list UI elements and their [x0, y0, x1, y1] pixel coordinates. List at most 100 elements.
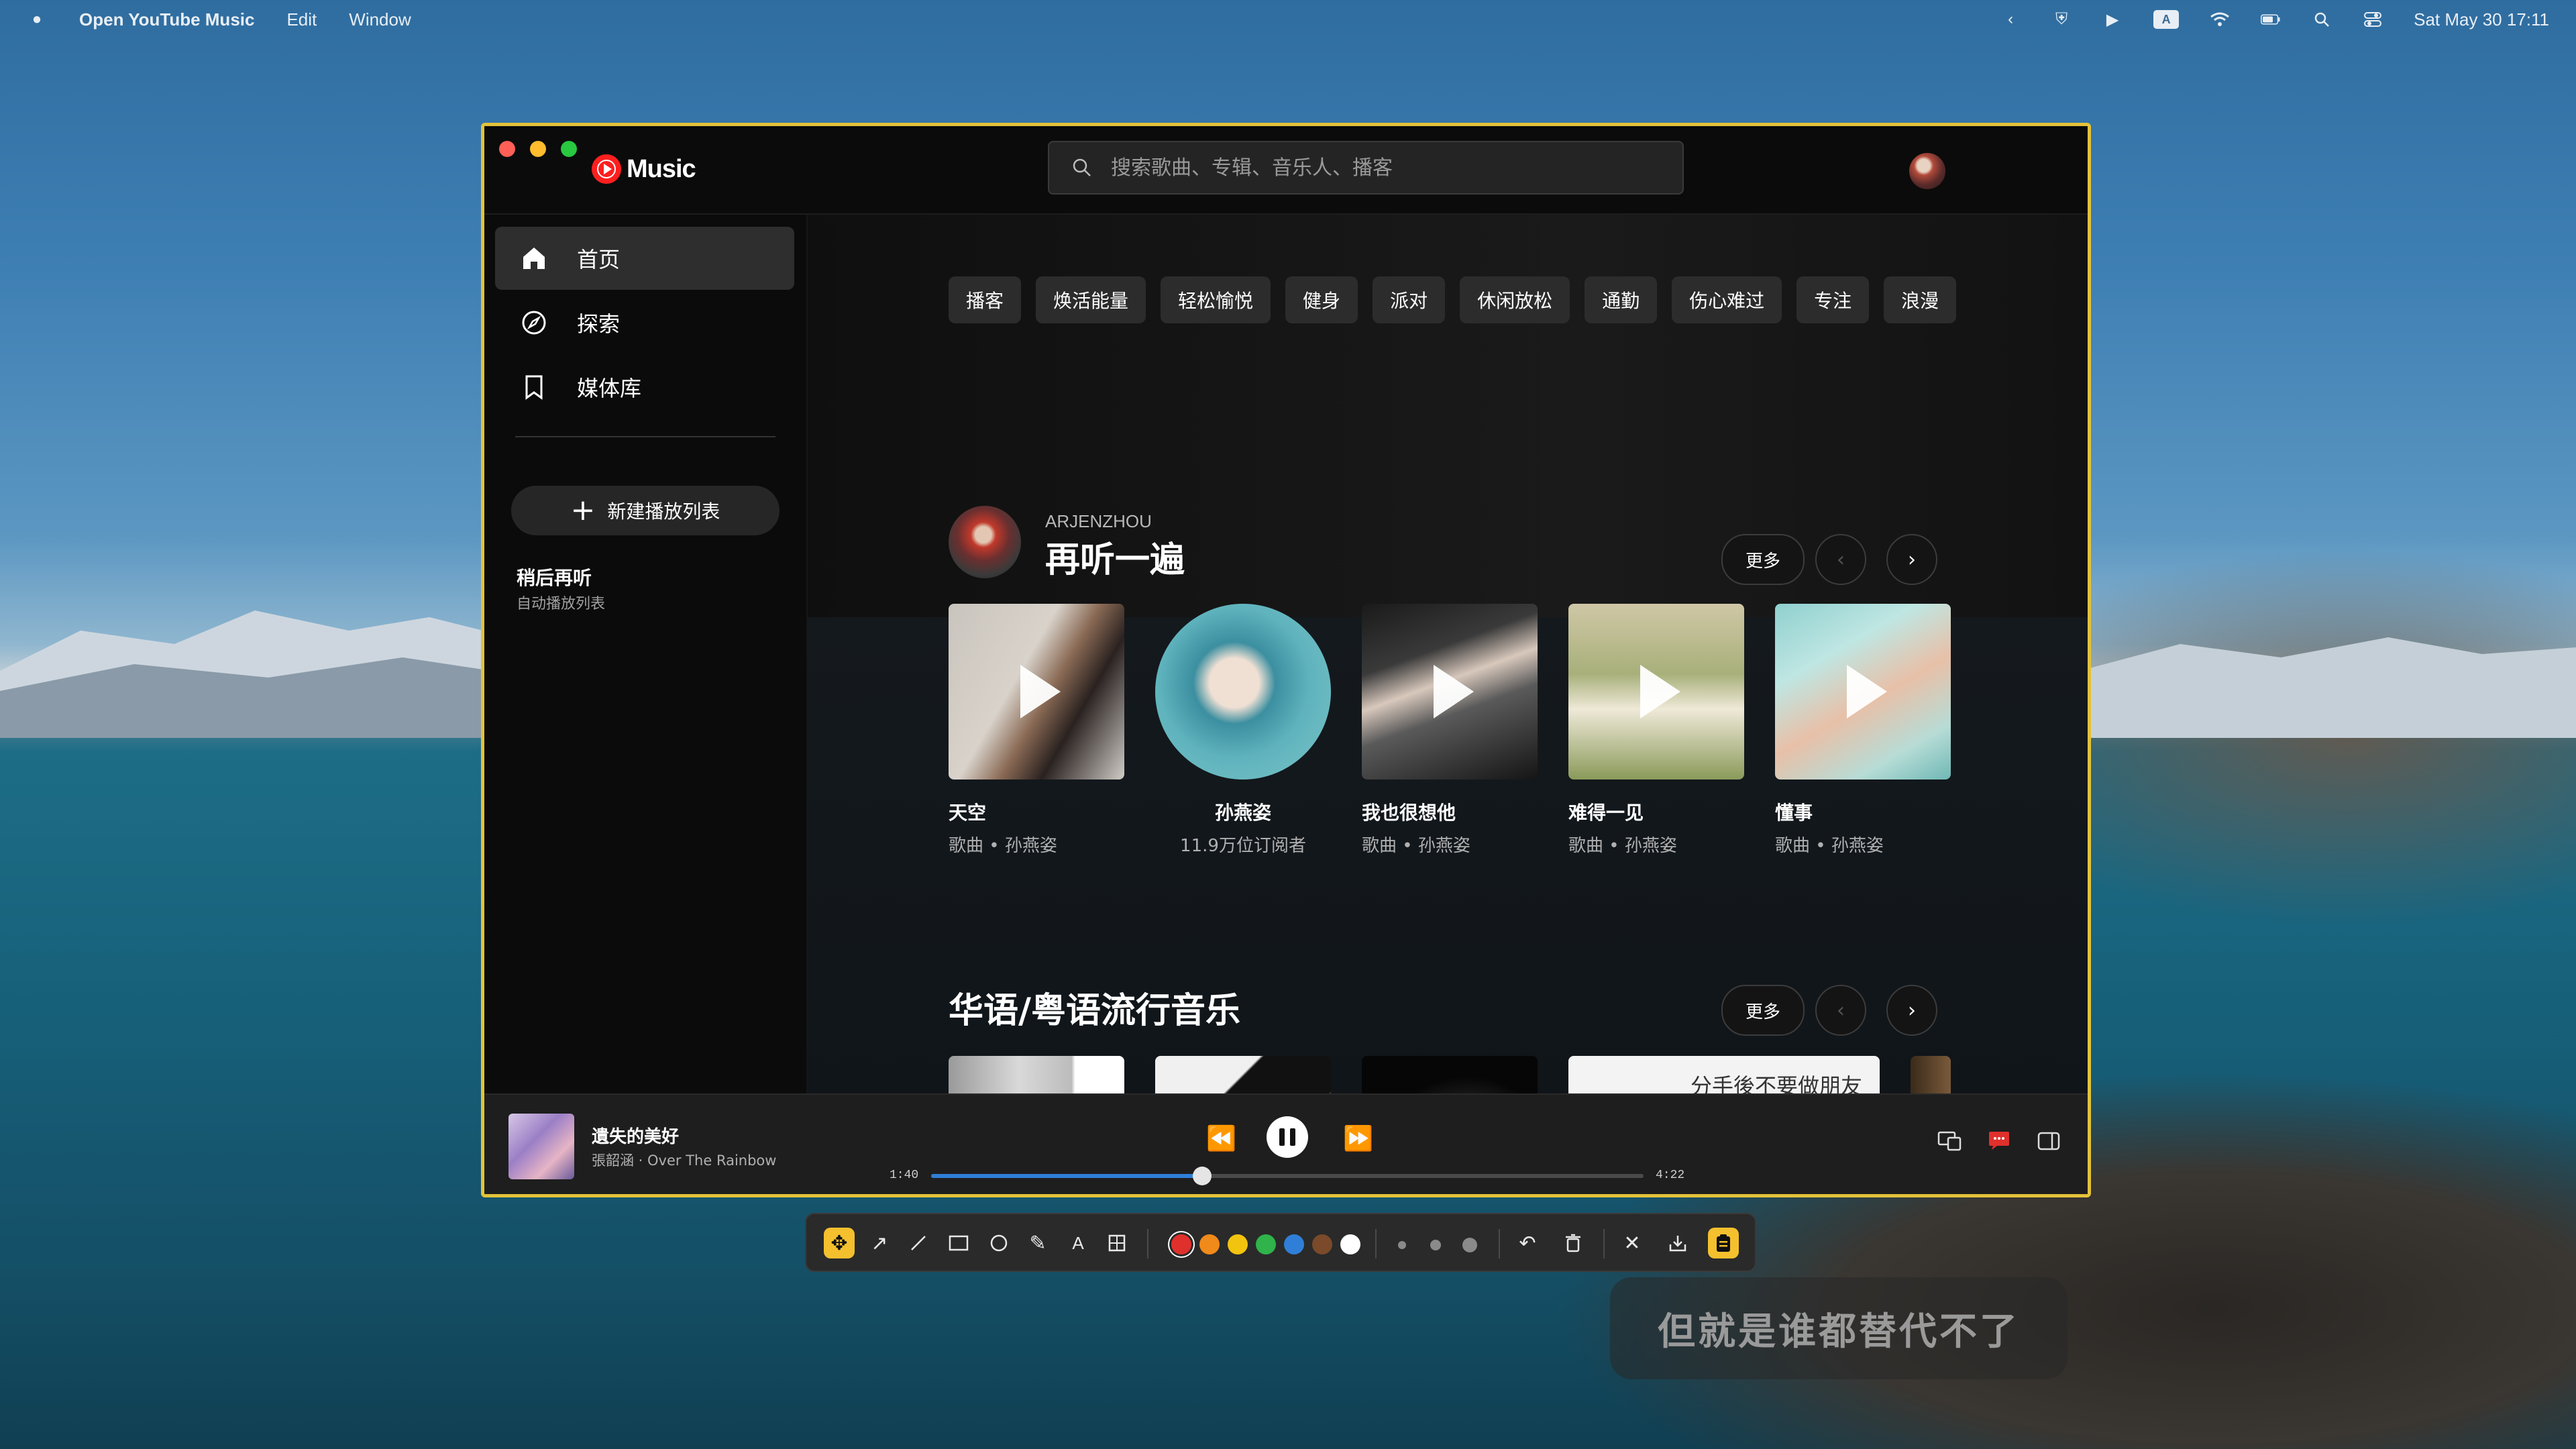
- card-wo-ye-hen-xiang-ta[interactable]: 我也很想他 歌曲 • 孙燕姿: [1362, 604, 1538, 857]
- chip-podcast[interactable]: 播客: [949, 276, 1022, 323]
- delete-button[interactable]: [1558, 1228, 1589, 1258]
- spotlight-search-icon[interactable]: [2312, 11, 2332, 28]
- card-thumbnail[interactable]: [1775, 604, 1951, 780]
- arrow-tool-button[interactable]: ↗: [864, 1228, 895, 1258]
- menubar-clock[interactable]: Sat May 30 17:11: [2414, 9, 2549, 30]
- card-artist-sun-yanzi[interactable]: 孙燕姿 11.9万位订阅者: [1155, 604, 1331, 857]
- copy-button[interactable]: [1708, 1228, 1739, 1258]
- ellipse-tool-button[interactable]: [983, 1228, 1014, 1258]
- sidebar-item-library[interactable]: 媒体库: [495, 356, 794, 419]
- play-pause-button[interactable]: [1267, 1116, 1308, 1158]
- progress-knob[interactable]: [1192, 1167, 1212, 1185]
- color-brown-swatch[interactable]: [1312, 1234, 1332, 1254]
- close-window-button[interactable]: [499, 141, 515, 157]
- rectangle-tool-button[interactable]: [943, 1228, 974, 1258]
- section1-next-button[interactable]: ›: [1886, 534, 1937, 585]
- previous-track-button[interactable]: ⏪: [1206, 1124, 1236, 1152]
- menubar-app-name[interactable]: Open YouTube Music: [79, 9, 254, 30]
- card-title[interactable]: 懂事: [1775, 798, 1951, 825]
- play-icon[interactable]: [1847, 665, 1887, 718]
- color-red-swatch[interactable]: [1171, 1234, 1191, 1254]
- text-tool-button[interactable]: A: [1063, 1228, 1093, 1258]
- stroke-size-large[interactable]: [1462, 1238, 1477, 1252]
- cancel-button[interactable]: ✕: [1617, 1228, 1648, 1258]
- apple-icon[interactable]: ●: [27, 10, 47, 28]
- cast-button[interactable]: [1936, 1130, 1963, 1152]
- chip-romance[interactable]: 浪漫: [1884, 276, 1957, 323]
- album-thumbnail-5[interactable]: [1911, 1056, 1951, 1093]
- album-thumbnail-3[interactable]: [1362, 1056, 1538, 1093]
- album-thumbnail-1[interactable]: [949, 1056, 1124, 1093]
- input-source-indicator[interactable]: A: [2153, 10, 2180, 29]
- stroke-size-medium[interactable]: [1430, 1240, 1441, 1250]
- chip-energize[interactable]: 焕活能量: [1036, 276, 1146, 323]
- play-icon[interactable]: [1640, 665, 1680, 718]
- color-blue-swatch[interactable]: [1284, 1234, 1304, 1254]
- new-playlist-button[interactable]: + 新建播放列表: [511, 486, 780, 535]
- save-button[interactable]: [1662, 1228, 1693, 1258]
- chip-commute[interactable]: 通勤: [1585, 276, 1658, 323]
- menu-edit[interactable]: Edit: [286, 9, 317, 30]
- menu-window[interactable]: Window: [349, 9, 411, 30]
- chip-relax[interactable]: 休闲放松: [1460, 276, 1570, 323]
- card-title[interactable]: 孙燕姿: [1155, 798, 1331, 825]
- user-avatar[interactable]: [949, 506, 1021, 578]
- now-playing-title[interactable]: 遺失的美好: [592, 1123, 679, 1148]
- now-playing-artist[interactable]: 張韶涵 · Over The Rainbow: [592, 1150, 776, 1170]
- chevron-left-icon[interactable]: ‹: [2000, 10, 2021, 28]
- zoom-window-button[interactable]: [561, 141, 577, 157]
- color-yellow-swatch[interactable]: [1228, 1234, 1248, 1254]
- lyrics-button[interactable]: [1986, 1130, 2012, 1152]
- stroke-size-small[interactable]: [1398, 1241, 1406, 1249]
- playlist-watch-later[interactable]: 稍后再听: [517, 564, 592, 590]
- search-bar[interactable]: [1048, 141, 1684, 195]
- battery-icon[interactable]: [2261, 11, 2281, 28]
- search-input[interactable]: [1110, 155, 1649, 180]
- progress-bar[interactable]: [931, 1167, 1644, 1185]
- account-avatar[interactable]: [1909, 153, 1945, 189]
- undo-button[interactable]: ↶: [1512, 1228, 1543, 1258]
- section1-prev-button[interactable]: ‹: [1815, 534, 1866, 585]
- card-thumbnail[interactable]: [1568, 604, 1744, 780]
- play-icon[interactable]: [1020, 665, 1061, 718]
- section2-prev-button[interactable]: ‹: [1815, 985, 1866, 1036]
- sidebar-item-explore[interactable]: 探索: [495, 291, 794, 354]
- desktop-lyrics-overlay[interactable]: 但就是谁都替代不了: [1610, 1277, 2068, 1379]
- card-tiankong[interactable]: 天空 歌曲 • 孙燕姿: [949, 604, 1124, 857]
- mosaic-tool-button[interactable]: [1102, 1228, 1132, 1258]
- card-title[interactable]: 我也很想他: [1362, 798, 1538, 825]
- control-center-icon[interactable]: [2363, 11, 2383, 28]
- chip-feel-good[interactable]: 轻松愉悦: [1161, 276, 1271, 323]
- now-playing-artwork[interactable]: [508, 1114, 574, 1179]
- album-thumbnail-2[interactable]: [1155, 1056, 1331, 1093]
- sidebar-toggle-button[interactable]: [2035, 1130, 2062, 1152]
- card-title[interactable]: 天空: [949, 798, 1124, 825]
- artist-avatar[interactable]: [1155, 604, 1331, 780]
- color-orange-swatch[interactable]: [1199, 1234, 1220, 1254]
- play-icon[interactable]: [1434, 665, 1474, 718]
- next-track-button[interactable]: ⏩: [1343, 1124, 1373, 1152]
- move-tool-button[interactable]: ✥: [824, 1228, 855, 1258]
- card-nan-de-yi-jian[interactable]: 难得一见 歌曲 • 孙燕姿: [1568, 604, 1744, 857]
- wifi-icon[interactable]: [2210, 11, 2230, 28]
- color-green-swatch[interactable]: [1256, 1234, 1276, 1254]
- shield-icon[interactable]: ⛨: [2051, 10, 2072, 28]
- section1-more-button[interactable]: 更多: [1721, 534, 1805, 585]
- chip-workout[interactable]: 健身: [1285, 276, 1358, 323]
- chip-party[interactable]: 派对: [1373, 276, 1446, 323]
- section2-next-button[interactable]: ›: [1886, 985, 1937, 1036]
- section2-more-button[interactable]: 更多: [1721, 985, 1805, 1036]
- youtube-music-logo[interactable]: Music: [592, 154, 696, 184]
- play-circle-icon[interactable]: ▶: [2102, 11, 2123, 29]
- chip-focus[interactable]: 专注: [1796, 276, 1870, 323]
- card-thumbnail[interactable]: [1362, 604, 1538, 780]
- sidebar-item-home[interactable]: 首页: [495, 227, 794, 290]
- line-tool-button[interactable]: [903, 1228, 934, 1258]
- minimize-window-button[interactable]: [530, 141, 546, 157]
- pen-tool-button[interactable]: ✎: [1022, 1228, 1053, 1258]
- chip-sad[interactable]: 伤心难过: [1672, 276, 1782, 323]
- card-dong-shi[interactable]: 懂事 歌曲 • 孙燕姿: [1775, 604, 1951, 857]
- album-thumbnail-4[interactable]: 分手後不要做朋友 梁文: [1568, 1056, 1880, 1093]
- color-white-swatch[interactable]: [1340, 1234, 1360, 1254]
- card-title[interactable]: 难得一见: [1568, 798, 1744, 825]
